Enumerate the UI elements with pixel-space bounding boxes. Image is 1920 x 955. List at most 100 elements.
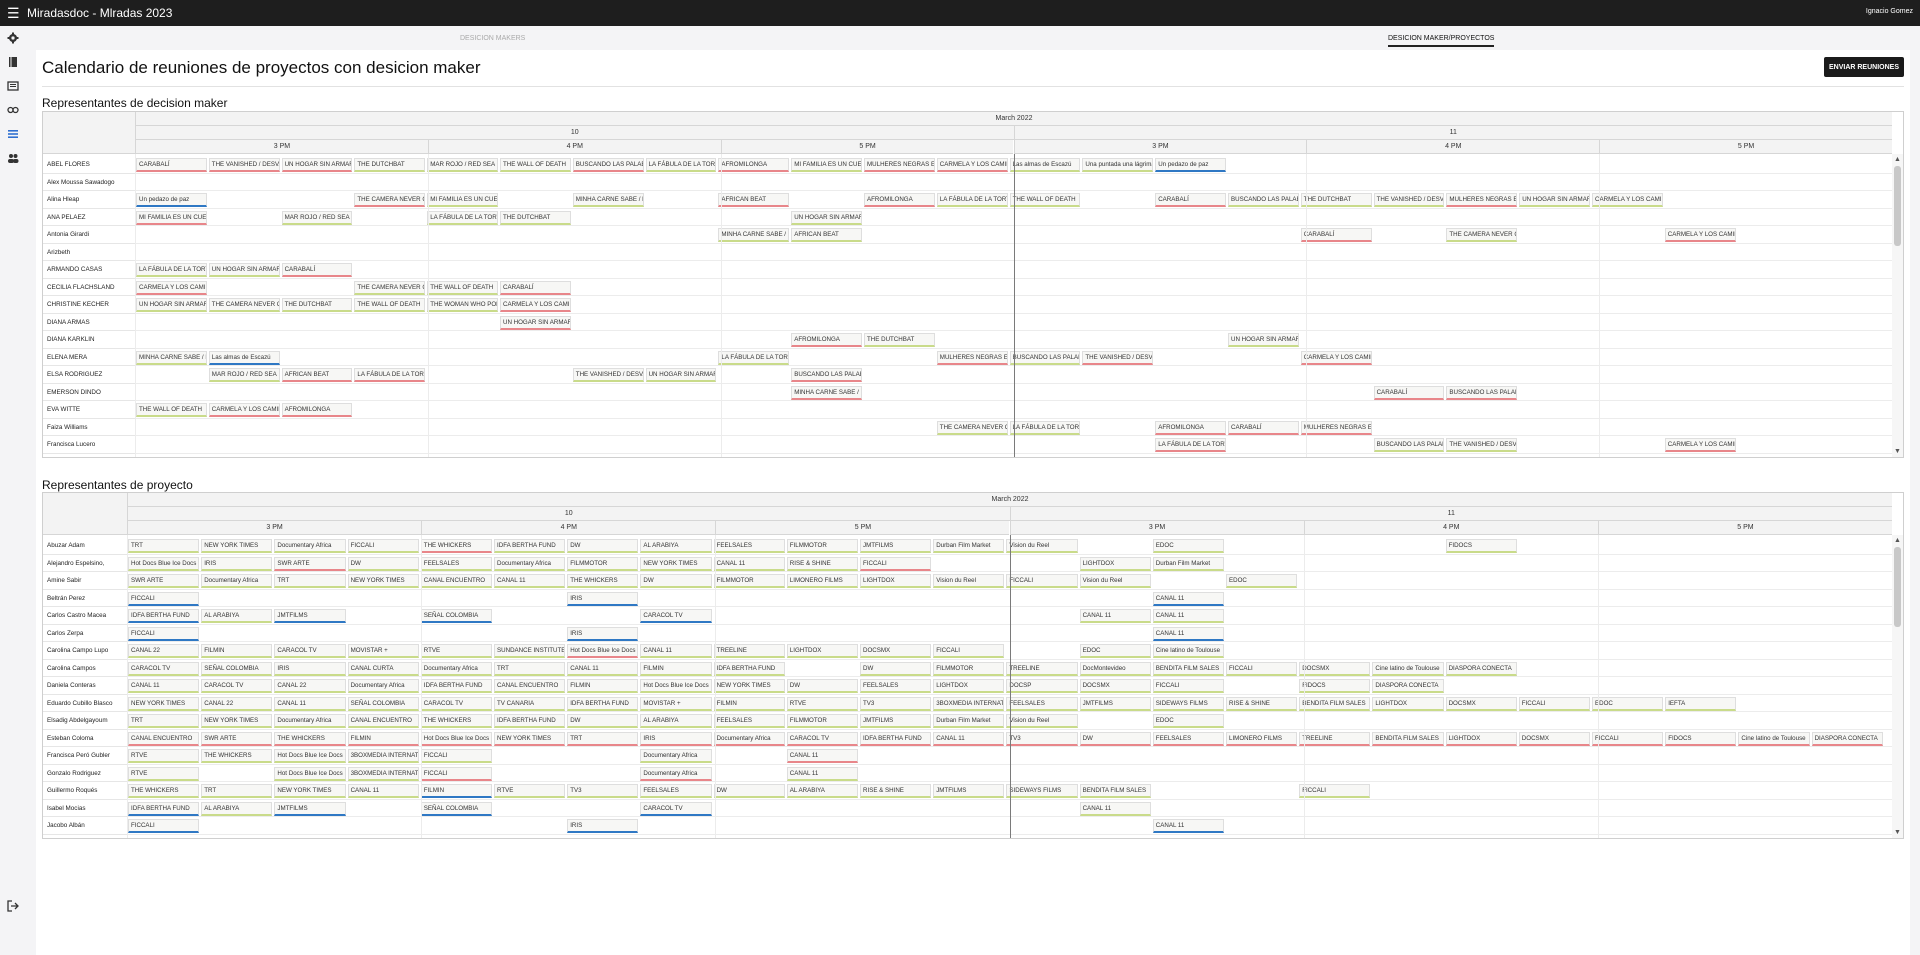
event-block[interactable]: CANAL 11	[494, 574, 566, 588]
event-block[interactable]: BUSCANDO LAS PALABRAS	[1009, 350, 1081, 365]
event-block[interactable]: LA FÁBULA DE LA TORTUGA	[1155, 438, 1226, 452]
event-block[interactable]: DIASPORA CONECTA	[1445, 661, 1517, 676]
event-block[interactable]: THE WHICKERS	[128, 784, 200, 798]
event-block[interactable]: FICCALI	[128, 591, 200, 606]
event-block[interactable]: BENDITA FILM SALES	[1152, 661, 1224, 676]
event-block[interactable]: UN HOGAR SIN ARMARIO	[136, 298, 207, 312]
event-block[interactable]: UN HOGAR SIN ARMARIO	[500, 315, 571, 330]
event-block[interactable]: UN HOGAR SIN ARMARIO	[281, 158, 353, 172]
event-block[interactable]: Cine latino de Toulouse	[1738, 731, 1810, 746]
scroll-up-icon[interactable]: ▲	[1893, 156, 1902, 163]
event-block[interactable]: SWR ARTE	[128, 574, 200, 588]
event-block[interactable]: LIGHTDOX	[1079, 556, 1151, 571]
event-block[interactable]: BUSCANDO LAS PALABRAS	[1373, 438, 1445, 452]
event-block[interactable]: DIASPORA CONECTA	[1372, 679, 1444, 693]
event-block[interactable]: FEELSALES	[640, 784, 712, 798]
event-block[interactable]: LIGHTDOX	[1372, 696, 1444, 711]
event-block[interactable]: LA FÁBULA DE LA TORTUGA	[1009, 420, 1081, 435]
event-block[interactable]: TRT	[274, 574, 346, 588]
event-block[interactable]: RISE & SHINE	[1226, 696, 1298, 711]
event-block[interactable]: THE CAMERA NEVER CRIES	[208, 298, 280, 312]
event-block[interactable]: THE VANISHED / DESVANECIDOS	[208, 158, 280, 172]
event-block[interactable]: THE WHICKERS	[420, 539, 492, 553]
event-block[interactable]: THE WALL OF DEATH	[500, 158, 571, 172]
event-block[interactable]: TRT	[201, 784, 273, 798]
event-block[interactable]: AFRICAN BEAT	[281, 368, 353, 382]
event-block[interactable]: CARACOL TV	[274, 644, 346, 658]
event-block[interactable]: DW	[1079, 731, 1151, 746]
event-block[interactable]: FICCALI	[128, 819, 200, 833]
event-block[interactable]: Vision du Reel	[933, 574, 1005, 588]
vertical-scrollbar[interactable]: ▲ ▼	[1892, 535, 1903, 838]
event-block[interactable]: CARMELA Y LOS CAMINOS	[208, 403, 280, 417]
event-block[interactable]: CARABALÍ	[136, 158, 207, 172]
event-block[interactable]: CARACOL TV	[640, 609, 712, 623]
event-block[interactable]: EDOC	[1152, 539, 1224, 553]
event-block[interactable]: FEELSALES	[713, 714, 785, 728]
event-block[interactable]: TV3	[567, 784, 639, 798]
event-block[interactable]: TREELINE	[713, 644, 785, 658]
event-block[interactable]: FICCALI	[347, 539, 419, 553]
event-block[interactable]: Un pedazo de paz	[1155, 158, 1226, 172]
event-block[interactable]: DOCSP	[1006, 679, 1078, 693]
event-block[interactable]: CANAL ENCUENTRO	[128, 731, 200, 746]
event-block[interactable]: EDOC	[1226, 574, 1298, 588]
event-block[interactable]: AL ARABIYA	[201, 609, 273, 623]
event-block[interactable]: FILMIN	[420, 784, 492, 798]
event-block[interactable]: THE WHICKERS	[274, 731, 346, 746]
event-block[interactable]: THE VANISHED / DESVANECIDOS	[1373, 193, 1445, 207]
event-block[interactable]: THE WHICKERS	[201, 749, 273, 763]
event-block[interactable]: CANAL 11	[1152, 819, 1224, 833]
event-block[interactable]: RTVE	[494, 784, 566, 798]
event-block[interactable]: FICCALI	[1152, 679, 1224, 693]
event-block[interactable]: TRT	[128, 539, 200, 553]
event-block[interactable]: SIDEWAYS FILMS	[1152, 696, 1224, 711]
event-block[interactable]: FEELSALES	[860, 679, 932, 693]
event-block[interactable]: BUSCANDO LAS PALABRAS	[1228, 193, 1299, 207]
event-block[interactable]: FILMMOTOR	[567, 556, 639, 571]
event-block[interactable]: EDOC	[1152, 714, 1224, 728]
event-block[interactable]: CARMELA Y LOS CAMINOS	[1300, 350, 1372, 365]
event-block[interactable]: LIGHTDOX	[1445, 731, 1517, 746]
event-block[interactable]: CARABALÍ	[281, 263, 353, 277]
logout-icon[interactable]	[7, 900, 19, 912]
event-block[interactable]: RISE & SHINE	[786, 556, 858, 571]
scroll-down-icon[interactable]: ▼	[1893, 829, 1902, 836]
event-block[interactable]: Hot Docs Blue Ice Docs	[567, 644, 639, 658]
event-block[interactable]: FEELSALES	[713, 539, 785, 553]
event-block[interactable]: DOCSMX	[1518, 731, 1590, 746]
event-block[interactable]: 3BOXMEDIA INTERNATIONAL	[933, 696, 1005, 711]
event-block[interactable]: Documentary Africa	[713, 731, 785, 746]
event-block[interactable]: MULHERES NEGRAS EM	[936, 350, 1008, 365]
event-block[interactable]: FICCALI	[420, 749, 492, 763]
event-block[interactable]: THE DUTCHBAT	[864, 333, 935, 347]
event-block[interactable]: THE VANISHED / DESVANECIDOS	[1446, 438, 1518, 452]
event-block[interactable]: MINHA CARNE SABE / MY	[791, 385, 862, 400]
event-block[interactable]: IRIS	[274, 661, 346, 676]
event-block[interactable]: SWR ARTE	[274, 556, 346, 571]
scroll-up-icon[interactable]: ▲	[1893, 537, 1902, 544]
event-block[interactable]: FICCALI	[128, 626, 200, 641]
event-block[interactable]: THE CAMERA NEVER CRIES	[354, 193, 426, 207]
event-block[interactable]: THE CAMERA NEVER CRIES	[1446, 228, 1518, 242]
event-block[interactable]: Hot Docs Blue Ice Docs	[274, 749, 346, 763]
event-block[interactable]: FICCALI	[1299, 784, 1371, 798]
event-block[interactable]: CANAL ENCUENTRO	[494, 679, 566, 693]
event-block[interactable]: NEW YORK TIMES	[640, 556, 712, 571]
event-block[interactable]: FICCALI	[1592, 731, 1664, 746]
event-block[interactable]: JMTFILMS	[933, 784, 1005, 798]
event-block[interactable]: EDOC	[1592, 696, 1664, 711]
event-block[interactable]: CANAL 11	[1079, 609, 1151, 623]
event-block[interactable]: Documentary Africa	[640, 766, 712, 781]
event-block[interactable]: DIASPORA CONECTA	[1811, 731, 1883, 746]
event-block[interactable]: IDFA BERTHA FUND	[567, 696, 639, 711]
event-block[interactable]: LA FÁBULA DE LA TORTUGA	[936, 193, 1008, 207]
event-block[interactable]: MINHA CARNE SABE / MY	[718, 228, 790, 242]
event-block[interactable]: IDFA BERTHA FUND	[420, 679, 492, 693]
event-block[interactable]: BENDITA FILM SALES	[1372, 731, 1444, 746]
event-block[interactable]: AFRICAN BEAT	[718, 193, 790, 207]
event-block[interactable]: IRIS	[640, 731, 712, 746]
event-block[interactable]: CARABALÍ	[1228, 420, 1299, 435]
users-icon[interactable]	[7, 152, 19, 164]
event-block[interactable]: IRIS	[567, 591, 639, 606]
